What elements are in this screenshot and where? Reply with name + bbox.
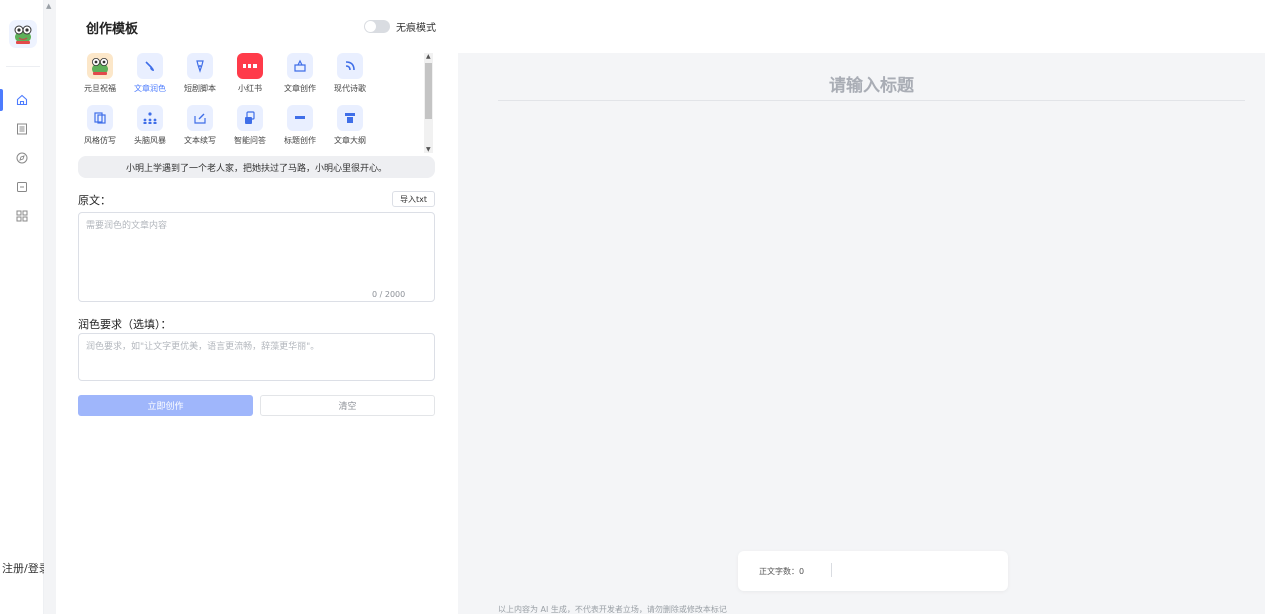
template-poem[interactable]: 现代诗歌 — [328, 53, 372, 94]
qa-icon — [237, 105, 263, 131]
pen-nib-icon — [187, 53, 213, 79]
toggle-knob — [365, 21, 376, 32]
word-count-label: 正文字数：0 — [759, 567, 805, 576]
nav-apps[interactable] — [12, 206, 32, 226]
template-label: 元旦祝福 — [84, 84, 116, 93]
left-rail: 注册/登录 — [0, 0, 50, 614]
scroll-up-icon[interactable]: ▲ — [426, 53, 431, 60]
template-brainstorm[interactable]: 头脑风暴 — [128, 105, 172, 146]
source-label: 原文： — [78, 194, 111, 207]
template-article[interactable]: 文章创作 — [278, 53, 322, 94]
signal-icon — [337, 53, 363, 79]
requirement-placeholder: 润色要求，如"让文字更优美，语言更流畅，辞藻更华丽"。 — [86, 342, 320, 352]
template-polish[interactable]: 文章润色 — [128, 53, 172, 94]
home-icon — [16, 94, 28, 106]
source-placeholder: 需要润色的文章内容 — [86, 221, 168, 231]
template-grid: 元旦祝福 文章润色 短剧脚本 小红书 文章创作 现代诗歌 风格仿写 头脑风暴 文… — [78, 50, 435, 154]
template-label: 文章润色 — [134, 84, 166, 93]
title-bar-icon — [287, 105, 313, 131]
title-input[interactable]: 请输入标题 — [498, 71, 1245, 96]
rail-scrollbar[interactable]: ▲ — [44, 0, 56, 614]
template-qa[interactable]: 智能问答 — [228, 105, 272, 146]
source-textarea[interactable]: 需要润色的文章内容 — [78, 212, 435, 302]
template-continue[interactable]: 文本续写 — [178, 105, 222, 146]
word-count-divider — [831, 563, 832, 577]
editor-area[interactable]: 请输入标题 正文字数：0 以上内容为 AI 生成，不代表开发者立场，请勿删除或修… — [458, 53, 1265, 614]
apps-grid-icon — [16, 210, 28, 222]
ai-disclaimer: 以上内容为 AI 生成，不代表开发者立场，请勿删除或修改本标记 — [498, 605, 727, 614]
template-label: 风格仿写 — [84, 136, 116, 145]
people-icon — [137, 105, 163, 131]
template-label: 标题创作 — [284, 136, 316, 145]
template-title[interactable]: 标题创作 — [278, 105, 322, 146]
nav-documents[interactable] — [12, 119, 32, 139]
template-label: 文章大纲 — [334, 136, 366, 145]
copy-icon — [87, 105, 113, 131]
import-txt-button[interactable]: 导入txt — [392, 191, 435, 207]
creation-panel: 创作模板 无痕模式 元旦祝福 文章润色 短剧脚本 小红书 文章创作 现代诗歌 风… — [56, 0, 458, 614]
template-label: 现代诗歌 — [334, 84, 366, 93]
brush-icon — [137, 53, 163, 79]
scroll-up-arrow-icon[interactable]: ▲ — [46, 2, 51, 10]
scroll-down-icon[interactable]: ▼ — [426, 146, 431, 153]
template-label: 智能问答 — [234, 136, 266, 145]
template-label: 小红书 — [238, 84, 262, 93]
rail-divider — [6, 66, 40, 67]
active-indicator — [0, 89, 3, 111]
scroll-thumb[interactable] — [425, 63, 432, 119]
document-list-icon — [17, 123, 27, 135]
template-label: 文章创作 — [284, 84, 316, 93]
incognito-toggle[interactable]: 无痕模式 — [364, 19, 436, 34]
template-label: 短剧脚本 — [184, 84, 216, 93]
template-label: 头脑风暴 — [134, 136, 166, 145]
requirement-textarea[interactable]: 润色要求，如"让文字更优美，语言更流畅，辞藻更华丽"。 — [78, 333, 435, 381]
nav-box[interactable] — [12, 177, 32, 197]
title-divider — [498, 100, 1245, 101]
toggle-switch[interactable] — [364, 20, 390, 33]
toggle-label: 无痕模式 — [396, 23, 436, 34]
edit-box-icon — [187, 105, 213, 131]
example-prompt[interactable]: 小明上学遇到了一个老人家，把她扶过了马路，小明心里很开心。 — [78, 156, 435, 178]
template-outline[interactable]: 文章大纲 — [328, 105, 372, 146]
template-label: 文本续写 — [184, 136, 216, 145]
word-count-box: 正文字数：0 — [738, 551, 1008, 591]
create-now-button[interactable]: 立即创作 — [78, 395, 253, 416]
frog-logo-icon — [14, 25, 32, 44]
source-char-count: 0 / 2000 — [372, 290, 406, 299]
app-logo[interactable] — [9, 20, 37, 48]
panel-title: 创作模板 — [86, 22, 139, 37]
outline-icon — [337, 105, 363, 131]
nav-home[interactable] — [12, 90, 32, 110]
clear-button[interactable]: 清空 — [260, 395, 435, 416]
template-new-year[interactable]: 元旦祝福 — [78, 53, 122, 94]
frog-mascot-icon — [87, 53, 113, 79]
login-link[interactable]: 注册/登录 — [2, 560, 50, 576]
template-xiaohongshu[interactable]: 小红书 — [228, 53, 272, 94]
compass-icon — [16, 152, 28, 164]
template-style-imitation[interactable]: 风格仿写 — [78, 105, 122, 146]
nav-discover[interactable] — [12, 148, 32, 168]
template-scrollbar[interactable]: ▲ ▼ — [424, 53, 433, 153]
requirement-label: 润色要求（选填）： — [78, 318, 172, 331]
xiaohongshu-logo-icon — [237, 53, 263, 79]
box-icon — [17, 182, 27, 192]
box-pen-icon — [287, 53, 313, 79]
template-short-drama[interactable]: 短剧脚本 — [178, 53, 222, 94]
